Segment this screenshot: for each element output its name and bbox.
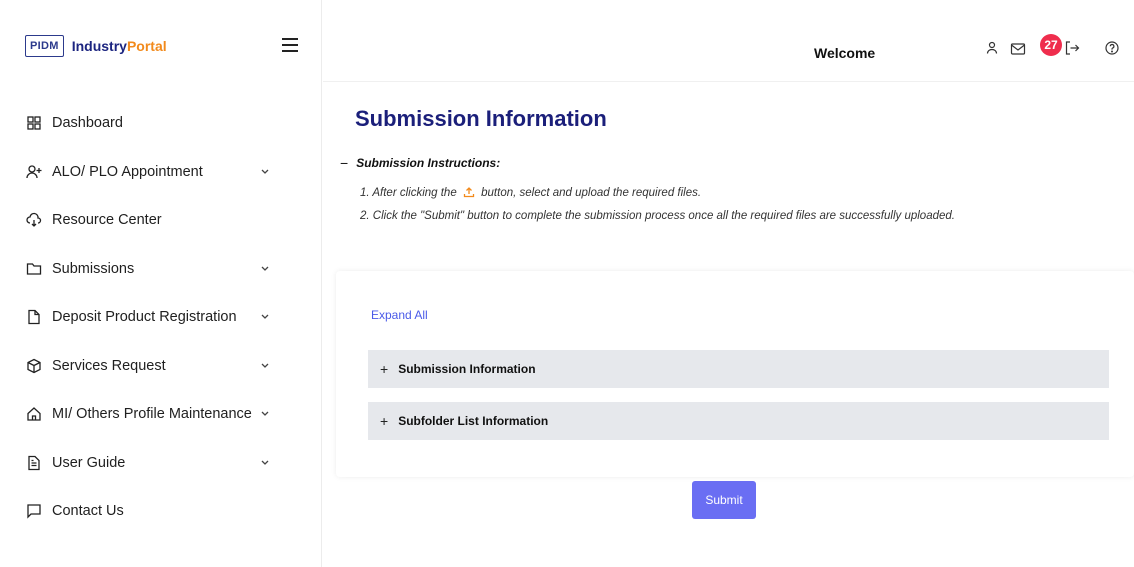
welcome-text: Welcome	[814, 45, 876, 61]
chevron-down-icon[interactable]	[260, 408, 270, 418]
user-plus-icon	[26, 164, 42, 180]
brand-name-part1: Industry	[71, 38, 127, 54]
instructions-toggle[interactable]: − Submission Instructions:	[340, 155, 500, 171]
accordion-label: Subfolder List Information	[398, 414, 549, 428]
grid-icon	[26, 115, 42, 131]
pidm-logo: PIDM	[25, 35, 64, 57]
help-icon[interactable]	[1104, 40, 1120, 56]
mail-icon[interactable]	[1010, 41, 1026, 57]
expand-all-link[interactable]: Expand All	[371, 308, 428, 322]
expand-icon: +	[380, 361, 389, 377]
sidebar-item-user-guide[interactable]: User Guide	[0, 439, 322, 488]
sidebar-item-mi-others-profile-maintenance[interactable]: MI/ Others Profile Maintenance	[0, 390, 322, 439]
sidebar-item-dashboard[interactable]: Dashboard	[0, 99, 322, 148]
file-icon	[26, 309, 42, 325]
chevron-down-icon[interactable]	[260, 166, 270, 176]
instruction-line-1: 1. After clicking the button, select and…	[360, 186, 701, 199]
sidebar: PIDM IndustryPortal Dashboard ALO/ PLO A…	[0, 0, 322, 567]
home-icon	[26, 406, 42, 422]
logout-icon[interactable]	[1064, 40, 1080, 56]
brand-logo[interactable]: PIDM IndustryPortal	[25, 32, 167, 60]
chevron-down-icon[interactable]	[260, 457, 270, 467]
sidebar-nav: Dashboard ALO/ PLO Appointment Resource …	[0, 99, 322, 536]
sidebar-item-contact-us[interactable]: Contact Us	[0, 487, 322, 536]
sidebar-item-label: MI/ Others Profile Maintenance	[52, 406, 252, 423]
sidebar-item-services-request[interactable]: Services Request	[0, 342, 322, 391]
sidebar-item-alo-plo-appointment[interactable]: ALO/ PLO Appointment	[0, 148, 322, 197]
brand-name-part2: Portal	[126, 38, 167, 54]
cloud-download-icon	[26, 212, 42, 228]
instructions-heading: Submission Instructions:	[356, 156, 501, 170]
mail-count-badge[interactable]: 27	[1040, 34, 1062, 56]
sidebar-item-label: Contact Us	[52, 503, 124, 520]
submit-button[interactable]: Submit	[692, 481, 756, 519]
message-icon	[26, 503, 42, 519]
instruction-1-post: button, select and upload the required f…	[481, 187, 702, 199]
brand-name: IndustryPortal	[72, 38, 167, 54]
sidebar-item-label: Services Request	[52, 357, 166, 374]
sidebar-item-label: ALO/ PLO Appointment	[52, 163, 203, 180]
instruction-line-2: 2. Click the "Submit" button to complete…	[360, 210, 955, 222]
sidebar-item-label: Submissions	[52, 260, 135, 277]
user-icon[interactable]	[984, 40, 1000, 56]
sidebar-item-label: Dashboard	[52, 115, 123, 132]
sidebar-item-label: Deposit Product Registration	[52, 309, 237, 326]
accordion-subfolder-list-information[interactable]: + Subfolder List Information	[368, 402, 1109, 440]
chevron-down-icon[interactable]	[260, 263, 270, 273]
page-title: Submission Information	[355, 106, 607, 131]
sidebar-item-label: Resource Center	[52, 212, 162, 229]
box-icon	[26, 358, 42, 374]
expand-icon: +	[380, 413, 389, 429]
chevron-down-icon[interactable]	[260, 311, 270, 321]
folder-icon	[26, 261, 42, 277]
document-icon	[26, 455, 42, 471]
sidebar-item-submissions[interactable]: Submissions	[0, 245, 322, 294]
collapse-icon: −	[340, 155, 349, 171]
accordion-submission-information[interactable]: + Submission Information	[368, 350, 1109, 388]
instruction-1-pre: 1. After clicking the	[360, 187, 457, 199]
sidebar-item-deposit-product-registration[interactable]: Deposit Product Registration	[0, 293, 322, 342]
accordion-label: Submission Information	[398, 362, 536, 376]
upload-icon	[463, 187, 475, 198]
menu-toggle-icon[interactable]	[282, 38, 298, 52]
app-root: PIDM IndustryPortal Dashboard ALO/ PLO A…	[0, 0, 1134, 567]
sidebar-item-label: User Guide	[52, 454, 126, 471]
chevron-down-icon[interactable]	[260, 360, 270, 370]
sidebar-item-resource-center[interactable]: Resource Center	[0, 196, 322, 245]
